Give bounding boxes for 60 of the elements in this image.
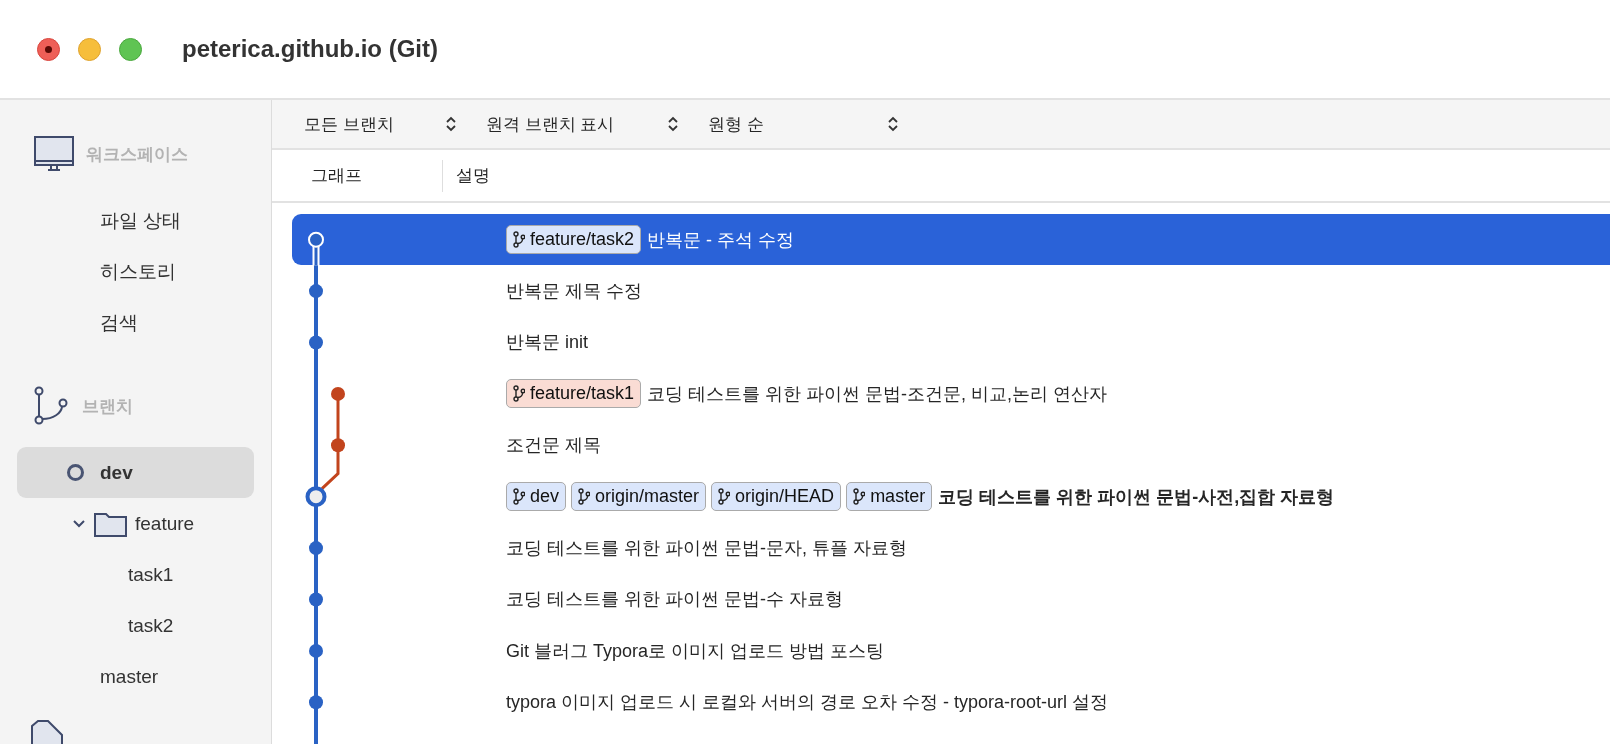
up-down-chevron-icon: [888, 116, 898, 132]
commit-message: typora 이미지 업로드 시 로컬와 서버의 경로 오차 수정 - typora-root-url 설정: [506, 691, 1109, 715]
column-header[interactable]: 그래프: [272, 164, 442, 187]
branch-tag: feature/task1: [506, 379, 642, 409]
sidebar-folder-item[interactable]: feature: [17, 498, 254, 549]
commit-message: 코딩 테스트를 위한 파이썬 문법-수 자료형: [506, 588, 843, 612]
current-branch-icon: [67, 464, 84, 481]
commit-row[interactable]: 반복문 init: [292, 316, 1610, 369]
sidebar-branch-item[interactable]: dev: [17, 447, 254, 498]
monitor-icon: [34, 136, 74, 172]
commit-message: 코딩 테스트를 위한 파이썬 문법-조건문, 비교,논리 연산자: [647, 382, 1108, 406]
close-button[interactable]: [37, 37, 60, 61]
commit-message: 조건문 제목: [506, 434, 601, 458]
commit-row[interactable]: 코딩 테스트를 위한 파이썬 문법-수 자료형: [292, 573, 1610, 626]
commit-message: 반복문 - 주석 수정: [647, 228, 795, 252]
up-down-chevron-icon: [446, 116, 456, 132]
branch-icon: [513, 488, 525, 506]
branch-tag: master: [846, 482, 933, 512]
folder-label: feature: [135, 512, 195, 535]
commit-row[interactable]: 코딩 테스트를 위한 파이썬 문법-문자, 튜플 자료형: [292, 522, 1610, 574]
branch-icon: [578, 488, 591, 506]
filter-dropdown[interactable]: 모든 브랜치: [304, 112, 456, 136]
branch-icon: [853, 488, 866, 506]
commit-message: 반복문 제목 수정: [506, 280, 642, 304]
zoom-button[interactable]: [119, 37, 142, 61]
commit-row[interactable]: dev origin/master origin/HEAD master 코딩 테스트를 위한 파이썬 문법-사전,집합 자료형: [292, 470, 1610, 523]
tag-icon: [30, 720, 64, 744]
branch-icon: [513, 231, 525, 249]
commit-message: 반복문 init: [506, 331, 588, 355]
sidebar-branch-item[interactable]: master: [17, 651, 254, 702]
sidebar-item[interactable]: 파일 상태: [17, 195, 254, 246]
commit-row[interactable]: 조건문 제목: [292, 419, 1610, 471]
commit-message: 코딩 테스트를 위한 파이썬 문법-사전,집합 자료형: [938, 485, 1335, 509]
branch-tag: origin/HEAD: [711, 482, 842, 512]
commit-row[interactable]: Git 블러그 Typora로 이미지 업로드 방법 포스팅: [292, 625, 1610, 677]
commit-row[interactable]: typora 이미지 업로드 시 로컬와 서버의 경로 오차 수정 - typora-root-url 설정: [292, 676, 1610, 728]
commit-message: Git 블러그 Typora로 이미지 업로드 방법 포스팅: [506, 639, 885, 663]
minimize-button[interactable]: [78, 37, 101, 61]
sidebar-item[interactable]: 검색: [17, 297, 254, 348]
section-heading: 워크스페이스: [86, 143, 188, 166]
commit-row[interactable]: feature/task1 코딩 테스트를 위한 파이썬 문법-조건문, 비교,논리 연산자: [292, 368, 1610, 420]
commit-row[interactable]: feature/task2 반복문 - 주석 수정: [292, 214, 1610, 266]
branch-icon: [718, 488, 731, 506]
folder-icon: [94, 510, 127, 537]
sidebar-item[interactable]: 히스토리: [17, 246, 254, 297]
branch-tag: dev: [506, 482, 567, 512]
commit-row[interactable]: 반복문 제목 수정: [292, 265, 1610, 317]
sidebar-branch-item[interactable]: task1: [17, 549, 254, 600]
branch-icon: [34, 386, 70, 426]
up-down-chevron-icon: [668, 116, 678, 132]
window-title: peterica.github.io (Git): [182, 35, 438, 63]
filter-dropdown[interactable]: 원형 순: [708, 112, 898, 136]
branch-icon: [513, 385, 525, 403]
sidebar-branch-item[interactable]: task2: [17, 600, 254, 651]
filter-dropdown[interactable]: 원격 브랜치 표시: [486, 112, 678, 136]
branch-tag: feature/task2: [506, 225, 642, 255]
branch-tag: origin/master: [571, 482, 707, 512]
section-heading: 브랜치: [82, 395, 133, 418]
column-header[interactable]: 설명: [456, 164, 490, 187]
commit-message: 코딩 테스트를 위한 파이썬 문법-문자, 튜플 자료형: [506, 537, 907, 561]
